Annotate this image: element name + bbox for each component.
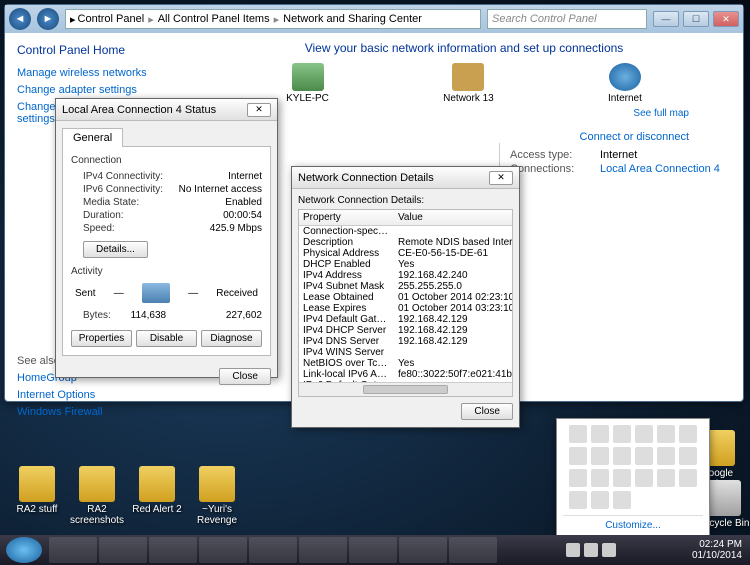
tray-icon[interactable] — [679, 469, 697, 487]
taskbar-item[interactable] — [149, 537, 197, 563]
details-row[interactable]: IPv4 WINS Server — [299, 347, 512, 358]
desktop-icon[interactable]: Red Alert 2 — [128, 466, 186, 515]
close-button[interactable]: Close — [219, 368, 271, 385]
forward-button[interactable]: ► — [37, 8, 59, 30]
tray-icon[interactable] — [657, 447, 675, 465]
connection-link[interactable]: Local Area Connection 4 — [600, 163, 720, 175]
sidebar-link[interactable]: Windows Firewall — [17, 406, 173, 418]
folder-icon — [139, 466, 175, 502]
details-row[interactable]: IPv4 DHCP Server192.168.42.129 — [299, 325, 512, 336]
details-row[interactable]: Lease Obtained01 October 2014 02:23:10 P… — [299, 292, 512, 303]
pc-icon — [292, 63, 324, 91]
breadcrumb[interactable]: ▸ Control Panel▸ All Control Panel Items… — [65, 9, 481, 29]
details-row[interactable]: Lease Expires01 October 2014 03:23:10 PM — [299, 303, 512, 314]
taskbar-item[interactable] — [49, 537, 97, 563]
tray-icon[interactable] — [613, 491, 631, 509]
network-map: KYLE-PC Network 13 Internet — [229, 63, 699, 104]
folder-icon — [79, 466, 115, 502]
search-input[interactable]: Search Control Panel — [487, 9, 647, 29]
tray-icon[interactable] — [569, 447, 587, 465]
tray-icon[interactable] — [591, 469, 609, 487]
details-row[interactable]: Physical AddressCE-E0-56-15-DE-61 — [299, 248, 512, 259]
scrollbar[interactable] — [299, 382, 512, 396]
details-row[interactable]: IPv4 Address192.168.42.240 — [299, 270, 512, 281]
tray-icons-grid — [563, 425, 703, 509]
taskbar-item[interactable] — [249, 537, 297, 563]
tray-icon[interactable] — [591, 425, 609, 443]
details-row[interactable]: IPv4 Default Gateway192.168.42.129 — [299, 314, 512, 325]
tray-icon[interactable] — [569, 469, 587, 487]
dialog-titlebar: Local Area Connection 4 Status ✕ — [56, 99, 277, 121]
sidebar-link[interactable]: Change adapter settings — [17, 84, 173, 96]
tray-icon[interactable] — [679, 425, 697, 443]
close-button[interactable]: ✕ — [713, 11, 739, 27]
tray-popup: Customize... — [556, 418, 710, 538]
sidebar-title: Control Panel Home — [17, 43, 173, 57]
tray-icon[interactable] — [613, 425, 631, 443]
taskbar-item[interactable] — [449, 537, 497, 563]
dialog-titlebar: Network Connection Details ✕ — [292, 167, 519, 189]
sidebar-link[interactable]: Manage wireless networks — [17, 67, 173, 79]
taskbar-item[interactable] — [349, 537, 397, 563]
folder-icon — [705, 480, 741, 516]
tray-icon[interactable] — [569, 491, 587, 509]
page-heading: View your basic network information and … — [199, 41, 729, 55]
tray-icon[interactable] — [635, 425, 653, 443]
diagnose-button[interactable]: Diagnose — [201, 330, 262, 347]
details-row[interactable]: Connection-specific DN... — [299, 226, 512, 237]
close-icon[interactable]: ✕ — [489, 171, 513, 185]
details-row[interactable]: DescriptionRemote NDIS based Internet Sh… — [299, 237, 512, 248]
taskbar-item[interactable] — [399, 537, 447, 563]
back-button[interactable]: ◄ — [9, 8, 31, 30]
details-row[interactable]: DHCP EnabledYes — [299, 259, 512, 270]
desktop-icon[interactable]: ~Yuri's Revenge — [188, 466, 246, 526]
network-icon — [452, 63, 484, 91]
disable-button[interactable]: Disable — [136, 330, 197, 347]
activity-icon — [142, 283, 170, 303]
tray-icon[interactable] — [679, 447, 697, 465]
taskbar-item[interactable] — [99, 537, 147, 563]
tray-icon[interactable] — [635, 447, 653, 465]
details-row[interactable]: IPv4 DNS Server192.168.42.129 — [299, 336, 512, 347]
tray-icon[interactable] — [635, 469, 653, 487]
see-full-map-link[interactable]: See full map — [633, 108, 689, 119]
details-button[interactable]: Details... — [83, 241, 148, 258]
tray-icon[interactable] — [591, 447, 609, 465]
start-button[interactable] — [6, 537, 42, 563]
tray-icon[interactable] — [566, 543, 580, 557]
tray-icon[interactable] — [591, 491, 609, 509]
minimize-button[interactable]: — — [653, 11, 679, 27]
active-network-info: Access type:Internet Connections:Local A… — [499, 143, 729, 181]
taskbar-item[interactable] — [199, 537, 247, 563]
tray-icon[interactable] — [657, 469, 675, 487]
tray-icon[interactable] — [602, 543, 616, 557]
folder-icon — [19, 466, 55, 502]
tray-icon[interactable] — [613, 447, 631, 465]
tray-icon[interactable] — [569, 425, 587, 443]
details-row[interactable]: Link-local IPv6 Addressfe80::3022:50f7:e… — [299, 369, 512, 380]
close-icon[interactable]: ✕ — [247, 103, 271, 117]
connection-status-dialog: Local Area Connection 4 Status ✕ General… — [55, 98, 278, 378]
globe-icon — [609, 63, 641, 91]
desktop-icon[interactable]: RA2 stuff — [8, 466, 66, 515]
tray-icon[interactable] — [657, 425, 675, 443]
tray-icon[interactable] — [613, 469, 631, 487]
connection-details-dialog: Network Connection Details ✕ Network Con… — [291, 166, 520, 428]
desktop-icon[interactable]: RA2 screenshots — [68, 466, 126, 526]
details-list[interactable]: PropertyValue Connection-specific DN...D… — [298, 209, 513, 397]
tray-icon[interactable] — [584, 543, 598, 557]
titlebar: ◄ ► ▸ Control Panel▸ All Control Panel I… — [5, 5, 743, 33]
details-row[interactable]: IPv4 Subnet Mask255.255.255.0 — [299, 281, 512, 292]
customize-link[interactable]: Customize... — [563, 515, 703, 531]
clock[interactable]: 02:24 PM 01/10/2014 — [684, 539, 750, 561]
details-row[interactable]: NetBIOS over Tcpip En...Yes — [299, 358, 512, 369]
taskbar: 02:24 PM 01/10/2014 — [0, 535, 750, 565]
close-button[interactable]: Close — [461, 403, 513, 420]
maximize-button[interactable]: ☐ — [683, 11, 709, 27]
properties-button[interactable]: Properties — [71, 330, 132, 347]
folder-icon — [199, 466, 235, 502]
taskbar-item[interactable] — [299, 537, 347, 563]
connect-disconnect-link[interactable]: Connect or disconnect — [580, 131, 689, 143]
tab-general[interactable]: General — [62, 128, 123, 147]
